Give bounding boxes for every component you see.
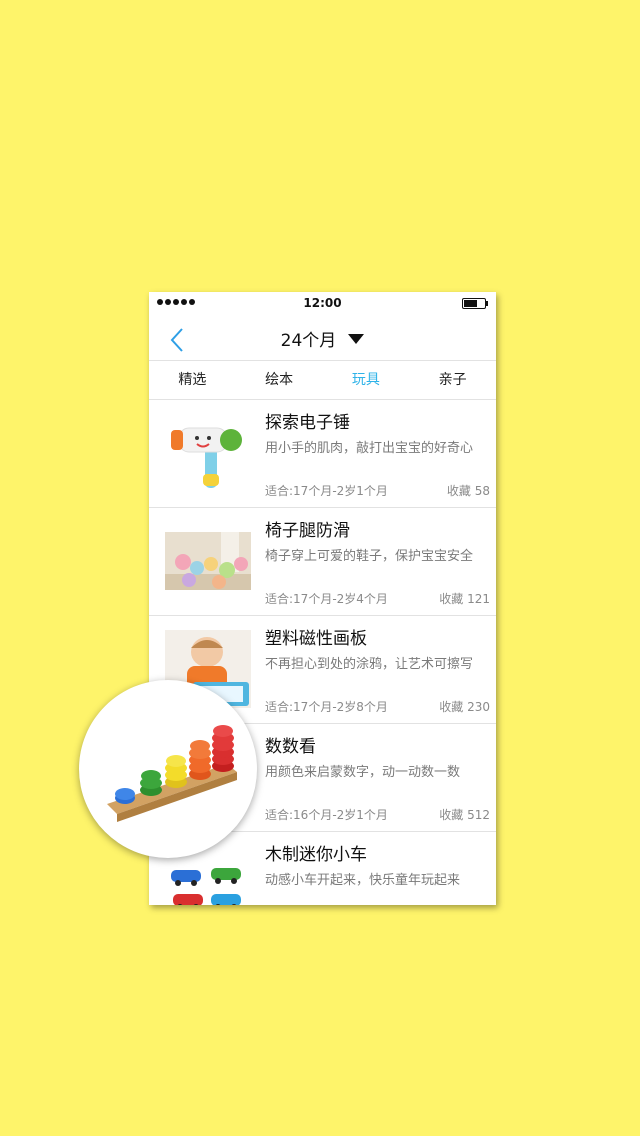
page-title: 24个月 bbox=[280, 331, 337, 351]
item-favorites[interactable]: 收藏 58 bbox=[447, 482, 490, 499]
item-age: 适合:17个月-2岁8个月 bbox=[265, 700, 388, 714]
nav-bar: 24个月 bbox=[149, 314, 496, 361]
chair-leg-socks-image bbox=[165, 532, 251, 590]
item-title: 数数看 bbox=[265, 737, 316, 757]
item-title: 椅子腿防滑 bbox=[265, 521, 350, 541]
item-age: 适合:17个月-2岁4个月 bbox=[265, 592, 388, 606]
caret-down-icon bbox=[348, 334, 365, 344]
item-favorites[interactable]: 收藏 512 bbox=[439, 806, 490, 823]
item-desc: 动感小车开起来，快乐童年玩起来 bbox=[265, 873, 461, 888]
item-desc: 用小手的肌肉，敲打出宝宝的好奇心 bbox=[265, 441, 474, 456]
item-age: 适合:16个月-2岁1个月 bbox=[265, 808, 388, 822]
category-tabs: 精选 绘本 玩具 亲子 bbox=[149, 361, 496, 400]
item-desc: 椅子穿上可爱的鞋子，保护宝宝安全 bbox=[265, 549, 474, 564]
item-title: 木制迷你小车 bbox=[265, 845, 367, 865]
list-item[interactable]: 椅子腿防滑 椅子穿上可爱的鞋子，保护宝宝安全 适合:17个月-2岁4个月 收藏 … bbox=[149, 508, 496, 616]
age-selector[interactable]: 24个月 bbox=[149, 326, 496, 351]
stacking-rings-image bbox=[107, 725, 237, 822]
tab-featured[interactable]: 精选 bbox=[149, 361, 236, 399]
status-bar: 12:00 bbox=[149, 292, 496, 314]
item-title: 塑料磁性画板 bbox=[265, 629, 367, 649]
battery-icon bbox=[462, 298, 488, 309]
tab-picture-books[interactable]: 绘本 bbox=[236, 361, 323, 399]
item-favorites[interactable]: 收藏 230 bbox=[439, 698, 490, 715]
toy-hammer-image bbox=[171, 427, 242, 488]
item-favorites[interactable]: 收藏 121 bbox=[439, 590, 490, 607]
tab-toys[interactable]: 玩具 bbox=[323, 361, 410, 399]
item-desc: 用颜色来启蒙数字，动一动数一数 bbox=[265, 765, 461, 780]
item-age: 适合:17个月-2岁1个月 bbox=[265, 484, 388, 498]
magnified-stacking-rings bbox=[79, 680, 257, 858]
status-time: 12:00 bbox=[303, 296, 342, 310]
item-desc: 不再担心到处的涂鸦，让艺术可擦写 bbox=[265, 657, 474, 672]
item-title: 探索电子锤 bbox=[265, 413, 350, 433]
tab-parent-child[interactable]: 亲子 bbox=[409, 361, 496, 399]
list-item[interactable]: 探索电子锤 用小手的肌肉，敲打出宝宝的好奇心 适合:17个月-2岁1个月 收藏 … bbox=[149, 400, 496, 508]
